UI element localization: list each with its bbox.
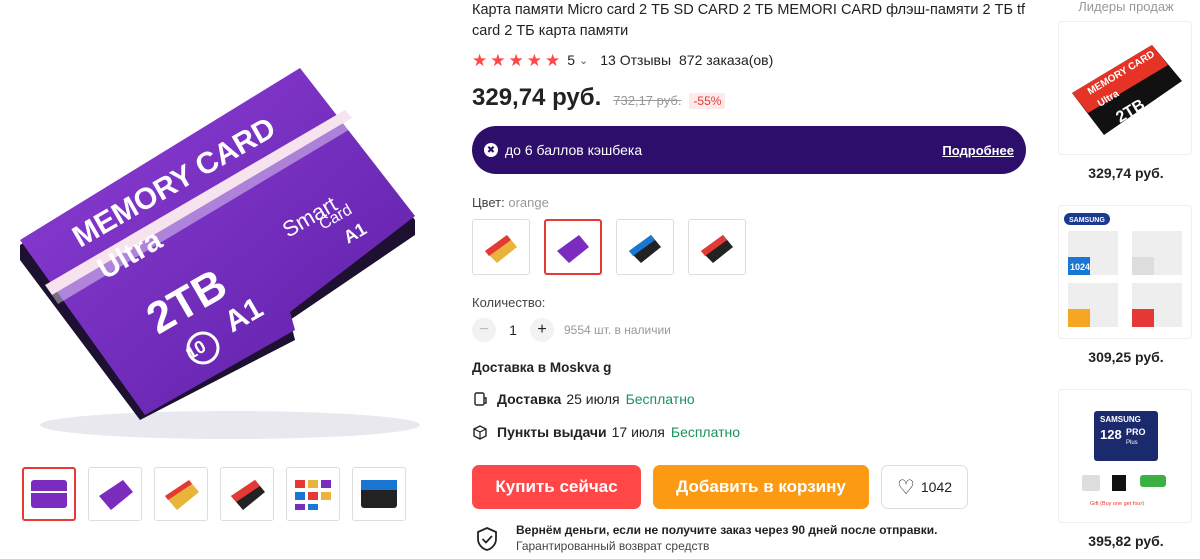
price-row: 329,74 руб. 732,17 руб. -55% — [472, 84, 1028, 112]
bestseller-2-price: 309,25 руб. — [1088, 349, 1164, 365]
bestseller-item-2[interactable]: SAMSUNG 1024 — [1058, 205, 1192, 339]
delivery-title[interactable]: Доставка в Moskva g — [472, 360, 1028, 375]
stock-count: 9554 шт. в наличии — [564, 323, 671, 337]
swatch-purple[interactable] — [544, 219, 602, 275]
bestseller-item-1[interactable]: MEMORY CARD Ultra 2TB — [1058, 21, 1192, 155]
shield-check-icon — [477, 527, 497, 551]
rating-row: ★ ★ ★ ★ ★ 5 ⌄ 13 Отзывы 872 заказа(ов) — [472, 51, 1028, 69]
bestseller-3-price: 395,82 руб. — [1088, 533, 1164, 549]
thumbnail-2[interactable] — [88, 467, 142, 521]
action-buttons: Купить сейчас Добавить в корзину ♡ 1042 — [472, 465, 1028, 509]
star-icon: ★ — [490, 50, 506, 70]
star-icon: ★ — [526, 50, 542, 70]
product-info: Карта памяти Micro card 2 ТБ SD CARD 2 Т… — [472, 0, 1028, 554]
thumbnail-1[interactable] — [22, 467, 76, 521]
add-to-cart-button[interactable]: Добавить в корзину — [653, 465, 869, 509]
thumbnail-4[interactable] — [220, 467, 274, 521]
discount-badge: -55% — [689, 93, 726, 109]
heart-icon: ♡ — [896, 476, 915, 499]
rating-value[interactable]: 5 — [567, 52, 575, 68]
thumbnail-strip — [22, 467, 406, 521]
quantity-label: Количество: — [472, 295, 546, 310]
swatch-blue[interactable] — [616, 219, 674, 275]
bestseller-2-brand: SAMSUNG — [1069, 217, 1105, 224]
courier-label: Доставка — [497, 391, 562, 407]
product-title: Карта памяти Micro card 2 ТБ SD CARD 2 Т… — [472, 2, 1026, 39]
wishlist-count: 1042 — [920, 479, 953, 495]
cashback-text: до 6 баллов кэшбека — [505, 142, 643, 158]
chevron-down-icon[interactable]: ⌄ — [579, 54, 588, 67]
pickup-price: Бесплатно — [670, 424, 741, 440]
quantity-minus-button[interactable]: − — [472, 318, 496, 342]
courier-date: 25 июля — [566, 391, 620, 407]
color-label: Цвет: orange — [472, 195, 549, 210]
wishlist-button[interactable]: ♡ 1042 — [881, 465, 968, 509]
color-swatches — [472, 219, 1028, 275]
star-icon: ★ — [508, 50, 524, 70]
swatch-red[interactable] — [688, 219, 746, 275]
bestseller-1-price: 329,74 руб. — [1088, 165, 1164, 181]
pickup-label: Пункты выдачи — [497, 424, 607, 440]
thumbnail-3[interactable] — [154, 467, 208, 521]
cashback-icon: ✖ — [484, 143, 498, 157]
bestseller-3-pro: PRO — [1126, 427, 1146, 437]
guarantee-subtitle: Гарантированный возврат средств — [516, 539, 710, 553]
star-icon: ★ — [545, 50, 561, 70]
pickup-point-icon — [473, 425, 487, 440]
quantity-plus-button[interactable]: + — [530, 318, 554, 342]
quantity-stepper: − 1 + 9554 шт. в наличии — [472, 318, 1028, 342]
bestsellers-heading: Лидеры продаж — [1078, 0, 1174, 14]
thumbnail-5[interactable] — [286, 467, 340, 521]
bestseller-3-brand: SAMSUNG — [1100, 415, 1141, 424]
main-product-image[interactable]: MEMORY CARD Ultra Smart Card A1 2TB 10 A… — [0, 30, 440, 450]
bestsellers-sidebar: Лидеры продаж MEMORY CARD Ultra 2TB 329,… — [1058, 0, 1194, 551]
cashback-banner[interactable]: ✖ до 6 баллов кэшбека Подробнее — [472, 126, 1026, 174]
bestseller-3-plus: Plus — [1126, 440, 1138, 446]
selected-color: orange — [508, 195, 549, 210]
bestseller-3-gift: Gift (Buy one get four) — [1090, 501, 1144, 507]
guarantee-title: Вернём деньги, если не получите заказ че… — [516, 523, 938, 537]
thumbnail-6[interactable] — [352, 467, 406, 521]
swatch-orange[interactable] — [472, 219, 530, 275]
bestseller-item-3[interactable]: SAMSUNG 128 PRO Plus Gift (Buy one get f… — [1058, 389, 1192, 523]
star-icon: ★ — [472, 50, 488, 70]
courier-price: Бесплатно — [625, 391, 695, 407]
bestseller-2-cap: 1024 — [1070, 262, 1090, 272]
reviews-link[interactable]: 13 Отзывы — [600, 52, 671, 68]
bestseller-3-cap: 128 — [1100, 427, 1122, 442]
cashback-more-link[interactable]: Подробнее — [942, 143, 1014, 158]
courier-delivery-row: Доставка 25 июля Бесплатно — [472, 390, 1028, 408]
old-price: 732,17 руб. — [613, 93, 682, 108]
quantity-value[interactable]: 1 — [496, 322, 530, 338]
money-back-guarantee: Вернём деньги, если не получите заказ че… — [472, 523, 1028, 554]
pickup-delivery-row: Пункты выдачи 17 июля Бесплатно — [472, 423, 1028, 441]
pickup-date: 17 июля — [611, 424, 665, 440]
current-price: 329,74 руб. — [472, 84, 602, 111]
star-rating: ★ ★ ★ ★ ★ — [472, 52, 560, 69]
delivery-icon — [474, 392, 487, 406]
orders-count: 872 заказа(ов) — [679, 52, 774, 68]
buy-now-button[interactable]: Купить сейчас — [472, 465, 641, 509]
